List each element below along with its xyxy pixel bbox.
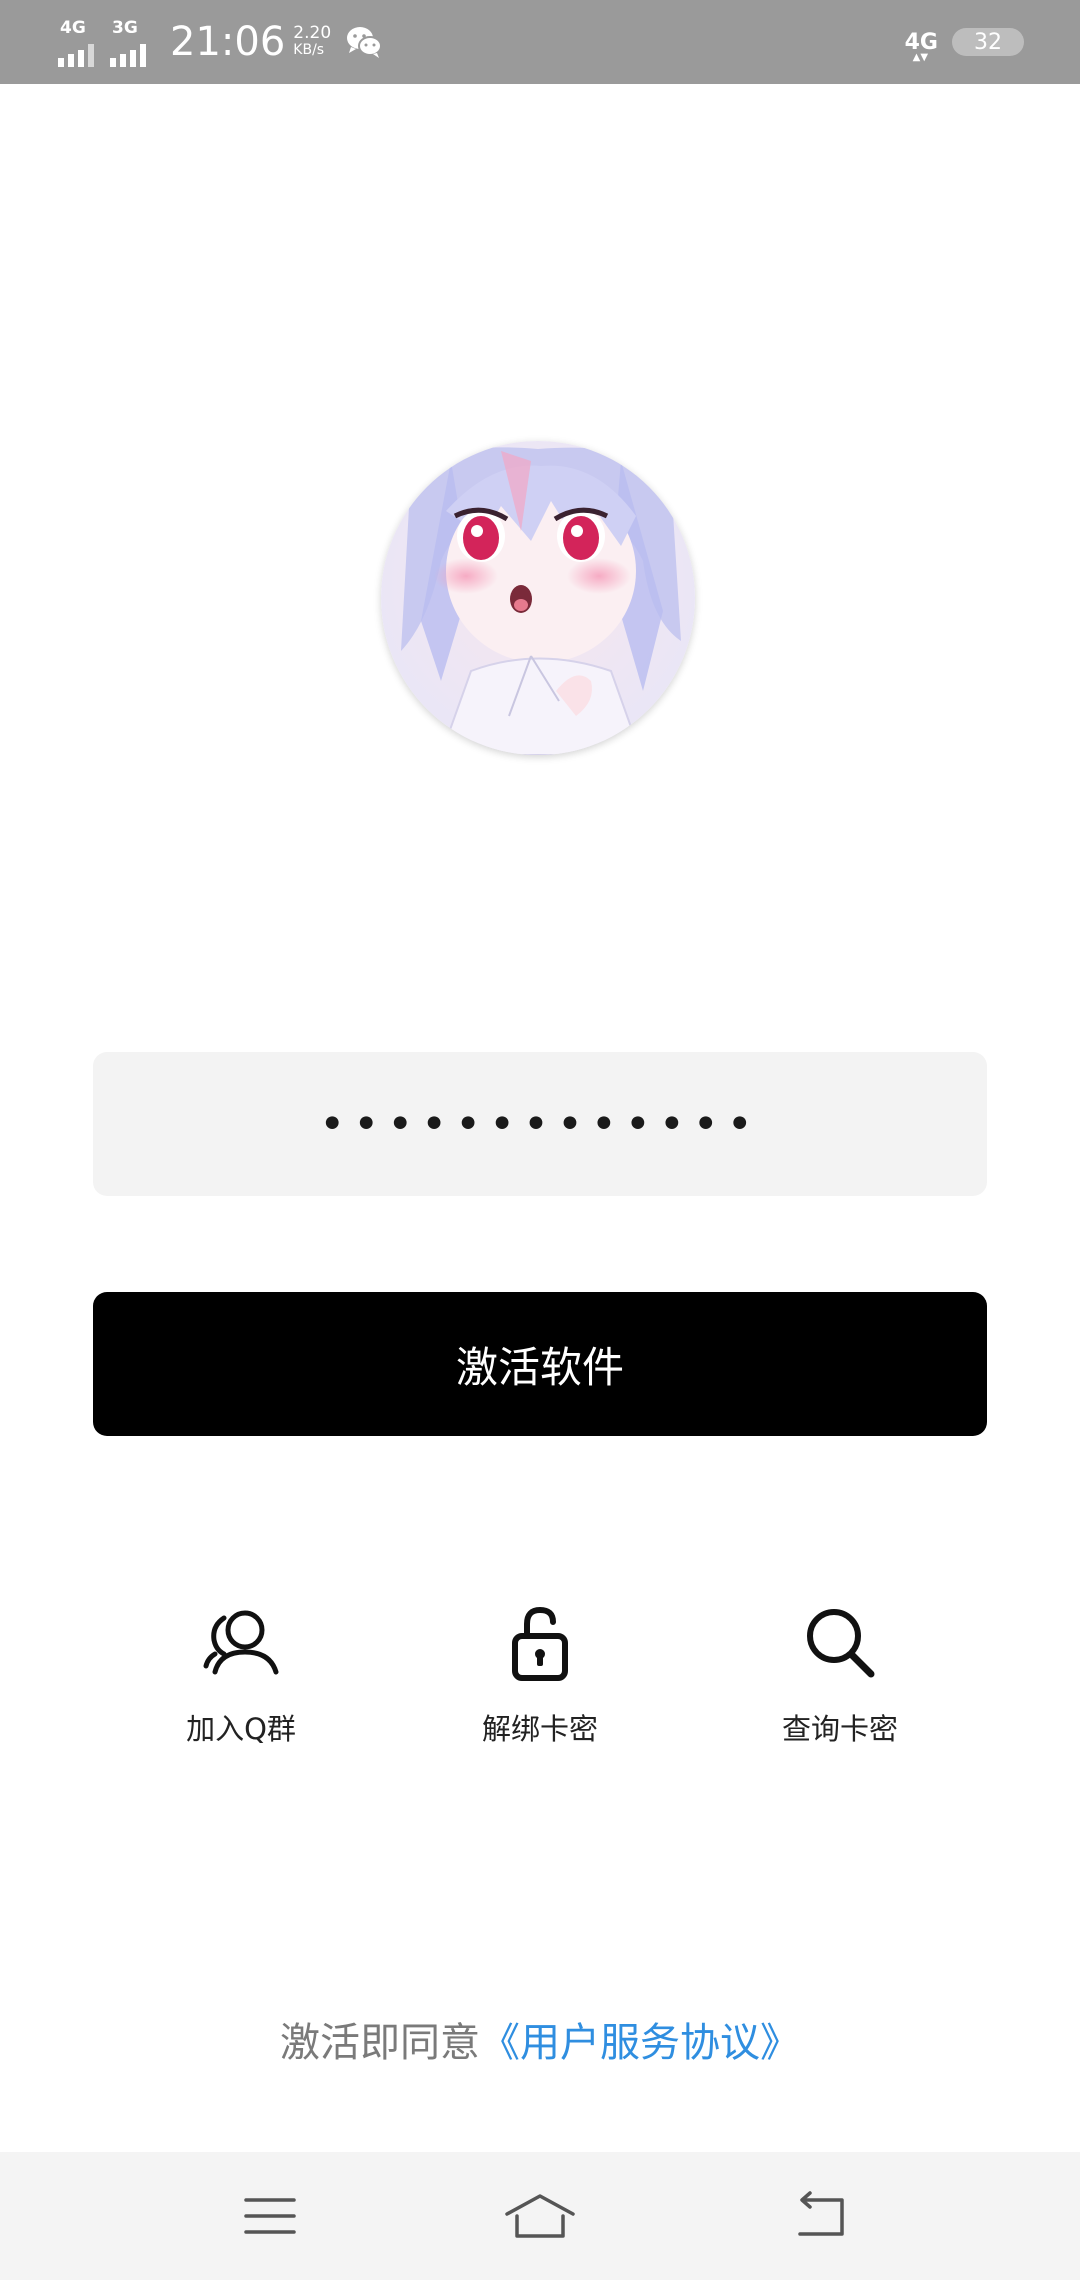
user-service-agreement-link[interactable]: 《用户服务协议》 xyxy=(480,2020,800,2066)
battery-icon: 32 xyxy=(952,28,1024,56)
query-card-key-label: 查询卡密 xyxy=(781,1712,898,1746)
join-qq-group-button[interactable]: 加入Q群 xyxy=(131,1600,351,1748)
menu-icon[interactable] xyxy=(240,2188,300,2244)
signal-2-label: 3G xyxy=(112,18,138,38)
signal-1-label: 4G xyxy=(60,18,86,38)
back-icon[interactable] xyxy=(790,2188,850,2244)
search-icon xyxy=(807,1609,875,1678)
speed-unit: KB/s xyxy=(293,42,325,58)
clock: 21:06 xyxy=(170,19,286,65)
unbind-card-key-label: 解绑卡密 xyxy=(481,1712,598,1746)
query-card-key-button[interactable]: 查询卡密 xyxy=(730,1600,950,1748)
network-type: 4G ▲▼ xyxy=(905,30,938,63)
card-key-field[interactable] xyxy=(93,1051,987,1197)
wechat-icon xyxy=(347,27,383,58)
card-key-input[interactable] xyxy=(93,1051,987,1197)
network-speed: 2.20 KB/s xyxy=(293,25,331,59)
home-icon[interactable] xyxy=(503,2188,577,2244)
status-bar-right: 4G ▲▼ 32 xyxy=(905,0,1024,84)
agreement-prefix: 激活即同意 xyxy=(280,2020,480,2066)
agreement-notice: 激活即同意《用户服务协议》 xyxy=(0,2010,1080,2068)
navigation-bar xyxy=(0,2152,1080,2280)
join-qq-group-label: 加入Q群 xyxy=(186,1712,296,1746)
signal-1: 4G xyxy=(56,12,106,72)
anime-girl-avatar-image xyxy=(381,441,695,755)
signal-bars-icon xyxy=(110,44,146,67)
unlock-icon xyxy=(512,1606,568,1681)
data-arrows-icon: ▲▼ xyxy=(912,51,929,63)
speed-value: 2.20 xyxy=(293,23,332,43)
signal-bars-icon xyxy=(58,44,94,67)
status-bar: 4G 3G 21:06 2.20 KB/s 4G ▲▼ 32 xyxy=(0,0,1080,84)
user-group-icon xyxy=(203,1610,279,1675)
status-bar-left: 4G 3G 21:06 2.20 KB/s xyxy=(56,0,383,84)
action-grid: 加入Q群 解绑卡密 查询卡密 xyxy=(0,1600,1080,1770)
activation-screen: 4G 3G 21:06 2.20 KB/s 4G ▲▼ 32 •••••••••… xyxy=(0,0,1080,2280)
signal-2: 3G xyxy=(108,12,158,72)
activate-software-button[interactable]: 激活软件 xyxy=(93,1292,987,1436)
avatar xyxy=(381,441,695,755)
battery-level: 32 xyxy=(974,29,1002,55)
unbind-card-key-button[interactable]: 解绑卡密 xyxy=(430,1600,650,1748)
